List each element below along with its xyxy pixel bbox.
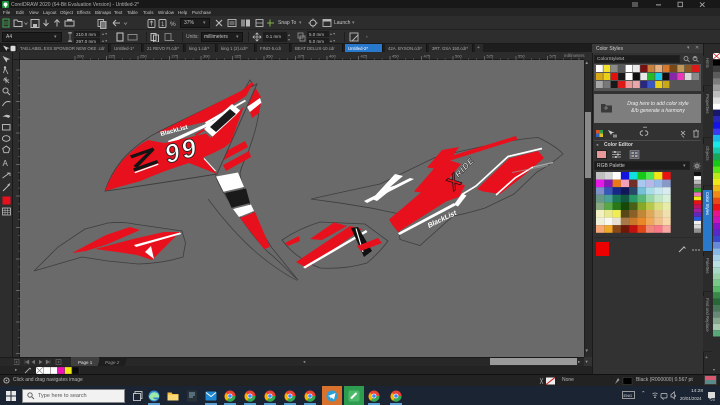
svg-text:550: 550 (518, 54, 525, 59)
svg-text:250: 250 (140, 54, 147, 59)
svg-text:325: 325 (235, 54, 242, 59)
svg-text:425: 425 (361, 54, 368, 59)
svg-text:200: 200 (77, 54, 84, 59)
svg-text:20: 20 (711, 397, 716, 401)
svg-text:300: 300 (203, 54, 210, 59)
svg-text:350: 350 (266, 54, 273, 59)
svg-text:475: 475 (424, 54, 431, 59)
svg-text:450: 450 (392, 54, 399, 59)
svg-text:400: 400 (329, 54, 336, 59)
svg-text:%: % (170, 21, 176, 28)
svg-text:275: 275 (172, 54, 179, 59)
svg-text:525: 525 (487, 54, 494, 59)
svg-text:A: A (3, 159, 9, 168)
svg-text:575: 575 (550, 54, 557, 59)
svg-text:225: 225 (109, 54, 116, 59)
svg-text:500: 500 (455, 54, 462, 59)
svg-text:375: 375 (298, 54, 305, 59)
